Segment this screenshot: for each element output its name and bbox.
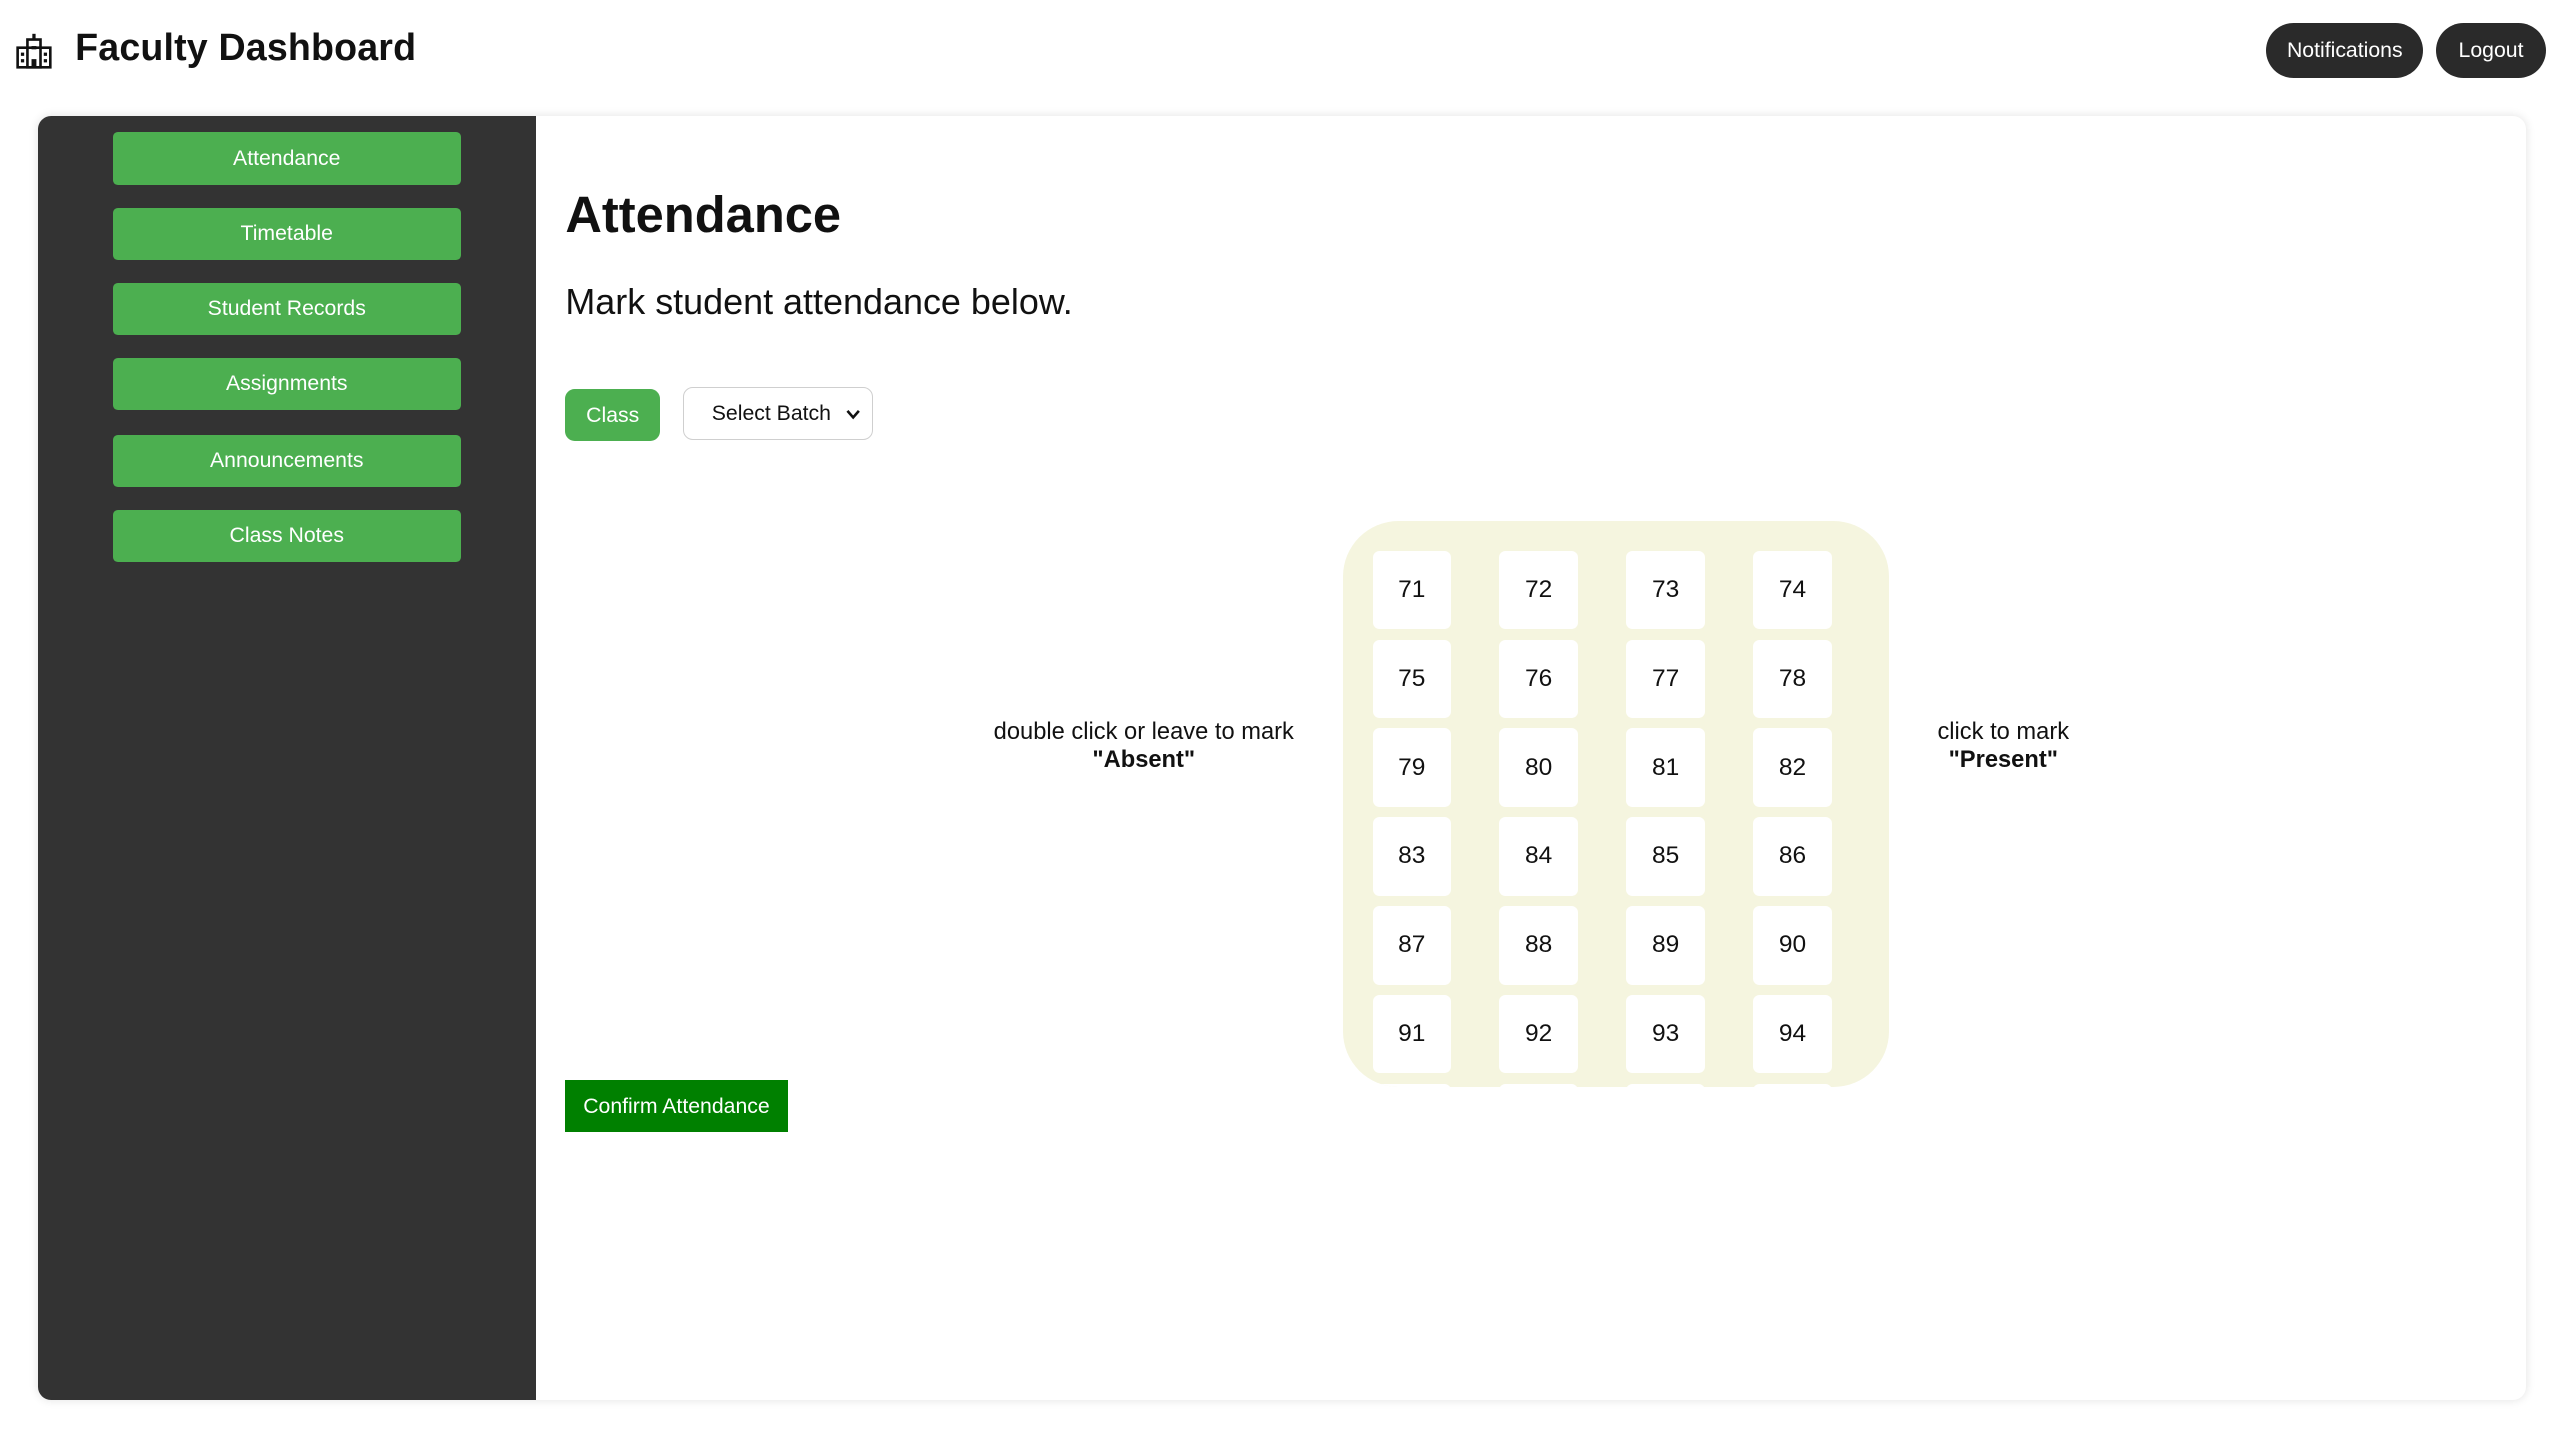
roll-number-grid[interactable]: 71 72 73 74 75 76 77 78 79 80 81 82 83 84 85 86 87 88 89 90… xyxy=(1343,521,1889,1087)
confirm-attendance-button[interactable]: Confirm Attendance xyxy=(565,1080,788,1133)
roll-cell-overflow[interactable] xyxy=(1753,1083,1832,1087)
roll-cell-overflow[interactable] xyxy=(1626,1083,1705,1087)
roll-cell[interactable]: 93 xyxy=(1626,995,1705,1074)
absent-hint-text: double click or leave to mark xyxy=(993,718,1294,745)
batch-select[interactable]: Select Batch xyxy=(682,387,873,440)
logout-button[interactable]: Logout xyxy=(2436,22,2546,79)
batch-select-value: Select Batch xyxy=(711,400,831,425)
page-title: Attendance xyxy=(565,185,842,243)
roll-cell[interactable]: 76 xyxy=(1499,639,1578,718)
roll-cell[interactable]: 88 xyxy=(1499,906,1578,985)
roll-cell[interactable]: 84 xyxy=(1499,817,1578,896)
roll-cell[interactable]: 72 xyxy=(1499,550,1578,630)
page-root: Faculty Dashboard Notifications Logout A… xyxy=(0,0,2559,1438)
roll-cell[interactable]: 73 xyxy=(1626,550,1705,630)
class-button[interactable]: Class xyxy=(565,388,661,442)
top-bar: Faculty Dashboard Notifications Logout xyxy=(0,0,2559,101)
sidebar-item-student-records[interactable]: Student Records xyxy=(112,282,461,335)
sidebar-item-timetable[interactable]: Timetable xyxy=(112,207,461,260)
present-hint-value: "Present" xyxy=(1948,746,2058,773)
roll-cell[interactable]: 71 xyxy=(1372,550,1451,630)
main-content: Attendance Mark student attendance below… xyxy=(536,116,2526,1400)
chevron-down-icon xyxy=(846,410,861,420)
roll-cell[interactable]: 75 xyxy=(1372,639,1451,718)
roll-grid-inner: 71 72 73 74 75 76 77 78 79 80 81 82 83 84 85 86 87 88 89 90… xyxy=(1372,550,1832,1087)
notifications-button[interactable]: Notifications xyxy=(2266,22,2424,79)
roll-cell[interactable]: 90 xyxy=(1753,906,1832,985)
sidebar-item-class-notes[interactable]: Class Notes xyxy=(112,509,461,563)
present-hint: click to mark "Present" xyxy=(1922,719,2085,775)
roll-cell-overflow[interactable] xyxy=(1499,1083,1578,1087)
roll-cell[interactable]: 82 xyxy=(1753,728,1832,807)
sidebar-item-attendance[interactable]: Attendance xyxy=(112,132,461,185)
present-hint-text: click to mark xyxy=(1937,718,2070,745)
roll-cell[interactable]: 87 xyxy=(1372,906,1451,985)
sidebar-item-assignments[interactable]: Assignments xyxy=(112,357,461,411)
roll-cell-overflow[interactable] xyxy=(1372,1083,1451,1087)
absent-hint: double click or leave to mark "Absent" xyxy=(977,719,1310,775)
dashboard-container: Attendance Timetable Student Records Ass… xyxy=(37,116,2527,1401)
app-title: Faculty Dashboard xyxy=(75,26,417,69)
roll-cell[interactable]: 79 xyxy=(1372,728,1451,807)
absent-hint-value: "Absent" xyxy=(1092,746,1196,773)
roll-cell[interactable]: 81 xyxy=(1626,728,1705,807)
roll-cell[interactable]: 74 xyxy=(1753,550,1832,630)
roll-cell[interactable]: 92 xyxy=(1499,995,1578,1074)
building-icon xyxy=(16,33,52,69)
roll-cell[interactable]: 89 xyxy=(1626,906,1705,985)
roll-cell[interactable]: 91 xyxy=(1372,995,1451,1074)
roll-cell[interactable]: 83 xyxy=(1372,817,1451,896)
roll-cell[interactable]: 77 xyxy=(1626,639,1705,718)
roll-cell[interactable]: 86 xyxy=(1753,817,1832,896)
sidebar: Attendance Timetable Student Records Ass… xyxy=(37,116,536,1401)
roll-cell[interactable]: 85 xyxy=(1626,817,1705,896)
sidebar-item-announcements[interactable]: Announcements xyxy=(112,434,461,487)
page-subtitle: Mark student attendance below. xyxy=(565,281,1073,323)
roll-cell[interactable]: 94 xyxy=(1753,995,1832,1074)
roll-cell[interactable]: 78 xyxy=(1753,639,1832,718)
roll-cell[interactable]: 80 xyxy=(1499,728,1578,807)
